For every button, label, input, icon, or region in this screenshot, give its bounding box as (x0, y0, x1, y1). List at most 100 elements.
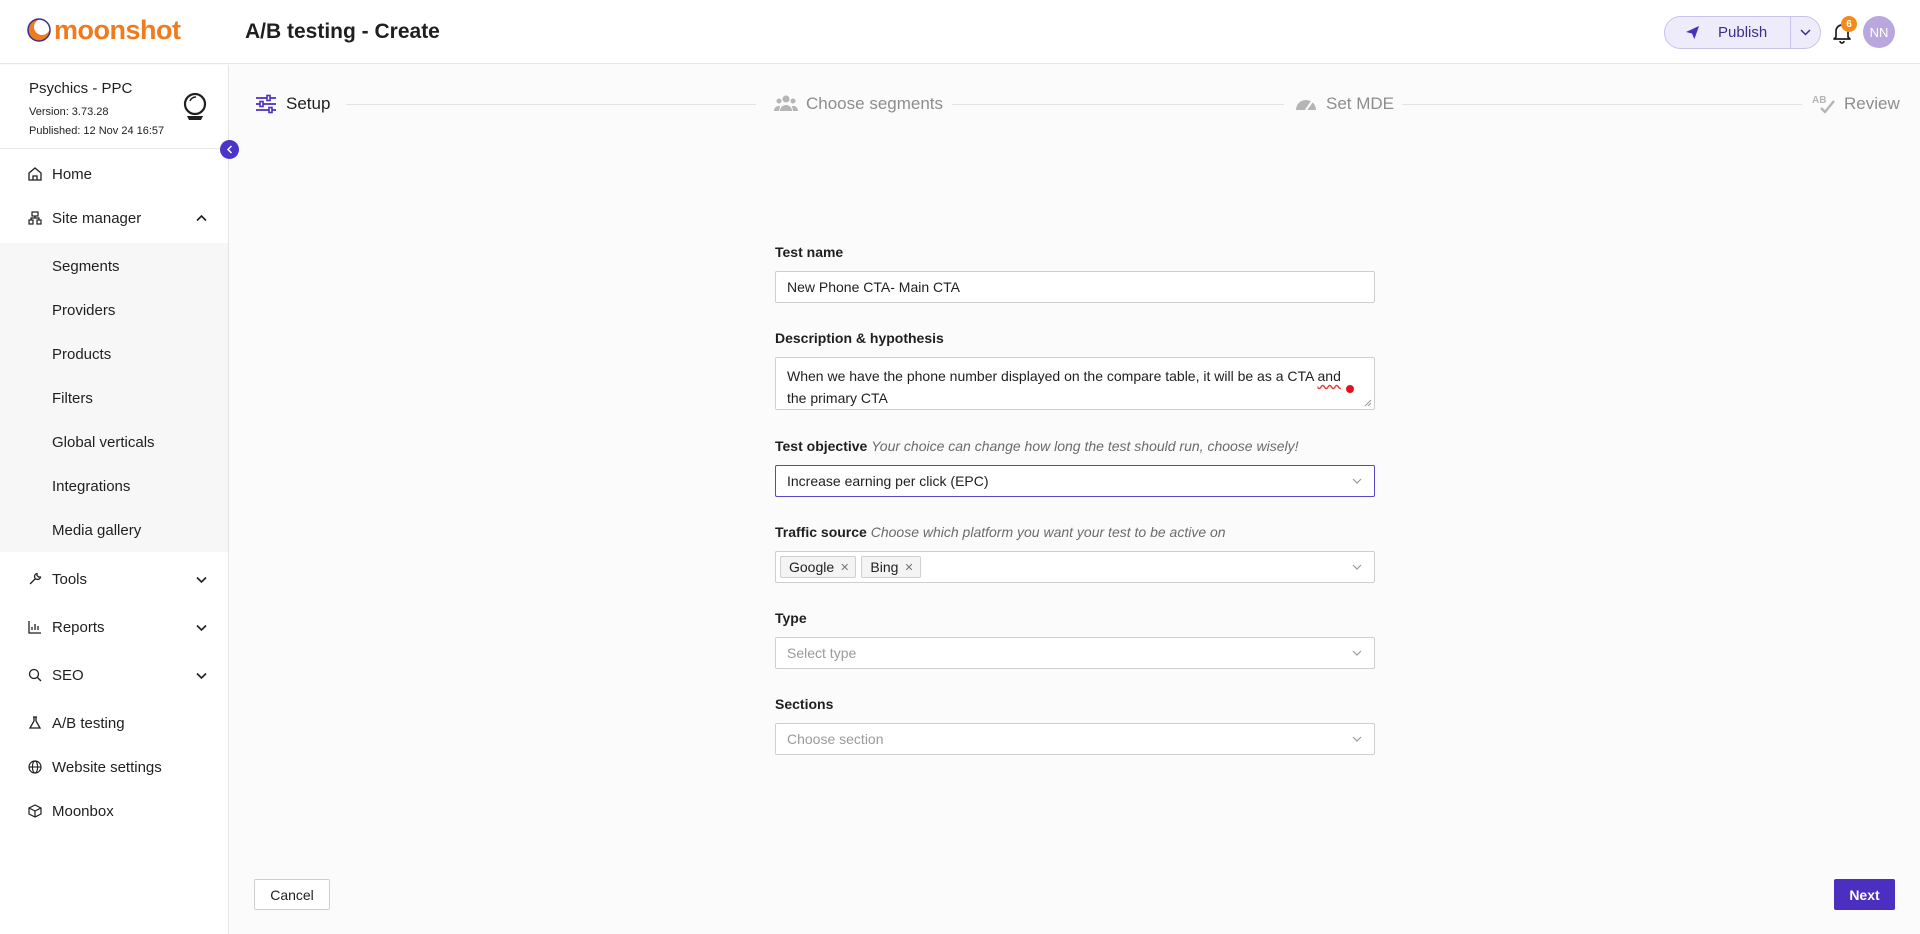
logo-text: moonshot (54, 15, 181, 45)
sidebar-subitem-integrations[interactable]: Integrations (52, 478, 130, 495)
recording-indicator (1346, 385, 1354, 393)
collapse-sidebar-button[interactable] (220, 140, 239, 159)
step-setup[interactable]: Setup (254, 92, 330, 116)
objective-label-text: Test objective (775, 438, 868, 454)
step-choose-segments[interactable]: Choose segments (774, 92, 943, 116)
remove-tag-icon[interactable]: ✕ (904, 561, 913, 574)
traffic-source-label-text: Traffic source (775, 524, 867, 540)
chevron-down-icon (196, 624, 207, 632)
traffic-source-label: Traffic source Choose which platform you… (775, 524, 1226, 540)
chevron-down-icon (196, 576, 207, 584)
page-title: A/B testing - Create (245, 20, 440, 43)
sidebar-subitem-products[interactable]: Products (52, 346, 111, 363)
publish-button[interactable]: Publish (1665, 17, 1790, 48)
sidebar-item-home[interactable]: Home (0, 154, 228, 194)
sidebar-item-website-settings[interactable]: Website settings (0, 747, 228, 787)
sidebar-item-label: Site manager (52, 209, 142, 227)
sliders-icon (256, 94, 276, 114)
site-name: Psychics - PPC (29, 80, 133, 97)
chevron-left-icon (226, 145, 232, 154)
wrench-icon (29, 572, 42, 585)
sidebar-item-label: Website settings (52, 758, 162, 776)
sidebar-item-label: Moonbox (52, 802, 114, 820)
type-label: Type (775, 610, 807, 626)
next-button[interactable]: Next (1834, 879, 1895, 910)
sidebar-item-tools[interactable]: Tools (0, 559, 228, 599)
step-label: Set MDE (1326, 94, 1395, 113)
objective-hint: Your choice can change how long the test… (871, 438, 1299, 454)
tag-bing: Bing ✕ (861, 556, 921, 578)
site-info: Psychics - PPC Version: 3.73.28 Publishe… (0, 65, 228, 149)
publish-button-group: Publish (1664, 16, 1821, 49)
sidebar-subitem-providers[interactable]: Providers (52, 302, 115, 319)
description-label: Description & hypothesis (775, 330, 944, 346)
step-set-mde[interactable]: Set MDE (1294, 92, 1394, 116)
chevron-down-icon (1800, 29, 1811, 36)
publish-dropdown-button[interactable] (1790, 17, 1820, 48)
sidebar-item-reports[interactable]: Reports (0, 607, 228, 647)
sidebar-item-ab-testing[interactable]: A/B testing (0, 703, 228, 743)
tag-google: Google ✕ (780, 556, 857, 578)
sidebar-subitem-global-verticals[interactable]: Global verticals (52, 434, 155, 451)
step-label: Review (1844, 94, 1900, 113)
main-content (229, 65, 1920, 934)
type-select[interactable]: Select type (775, 637, 1375, 669)
gauge-icon (1296, 99, 1316, 111)
chevron-down-icon (196, 672, 207, 680)
description-text-line2: the primary CTA (787, 390, 888, 406)
objective-select[interactable]: Increase earning per click (EPC) (775, 465, 1375, 497)
tag-label: Google (789, 559, 835, 575)
flask-icon (28, 716, 42, 729)
sidebar: Psychics - PPC Version: 3.73.28 Publishe… (0, 65, 229, 934)
avatar[interactable]: NN (1863, 16, 1895, 48)
tag-label: Bing (870, 559, 899, 575)
test-name-input[interactable]: New Phone CTA- Main CTA (775, 271, 1375, 303)
traffic-source-multiselect[interactable]: Google ✕ Bing ✕ (775, 551, 1375, 583)
publish-label: Publish (1718, 24, 1768, 41)
step-label: Choose segments (806, 94, 944, 113)
traffic-source-hint: Choose which platform you want your test… (870, 524, 1226, 540)
moon-logo-icon (27, 18, 51, 42)
sections-select[interactable]: Choose section (775, 723, 1375, 755)
description-textarea[interactable]: When we have the phone number displayed … (775, 357, 1375, 410)
cube-icon (28, 804, 42, 818)
step-label: Setup (286, 94, 331, 113)
sidebar-subitem-media-gallery[interactable]: Media gallery (52, 522, 141, 539)
users-icon (774, 95, 798, 111)
sidebar-item-moonbox[interactable]: Moonbox (0, 791, 228, 831)
test-name-value: New Phone CTA- Main CTA (787, 279, 960, 295)
sidebar-item-label: Reports (52, 618, 105, 636)
sitemap-icon (28, 211, 42, 225)
chevron-down-icon (1352, 564, 1362, 570)
chevron-down-icon (1352, 478, 1362, 484)
sidebar-subitem-filters[interactable]: Filters (52, 390, 93, 407)
sidebar-item-site-manager[interactable]: Site manager (0, 198, 228, 238)
svg-text:AB: AB (1812, 95, 1826, 106)
sidebar-item-label: Home (52, 165, 93, 183)
globe-icon (28, 760, 42, 774)
resize-handle-icon[interactable] (1364, 399, 1372, 407)
search-chart-icon (28, 668, 42, 682)
site-version: Version: 3.73.28 (29, 106, 109, 118)
chevron-down-icon (1352, 650, 1362, 656)
cancel-button[interactable]: Cancel (254, 879, 330, 910)
sidebar-item-label: SEO (52, 666, 84, 684)
type-placeholder: Select type (787, 645, 857, 661)
send-icon (1685, 25, 1700, 40)
crystal-ball-icon (183, 92, 207, 120)
remove-tag-icon[interactable]: ✕ (840, 561, 849, 574)
ab-check-icon: AB (1812, 95, 1835, 114)
home-icon (28, 167, 42, 181)
description-text: When we have the phone number displayed … (787, 368, 1318, 384)
sidebar-subitem-segments[interactable]: Segments (52, 258, 120, 275)
stepper-connector (1402, 104, 1802, 105)
site-published: Published: 12 Nov 24 16:57 (29, 125, 165, 137)
spellcheck-flagged-word: and (1317, 368, 1341, 384)
objective-value: Increase earning per click (EPC) (787, 473, 989, 489)
stepper-connector (952, 104, 1284, 105)
logo[interactable]: moonshot (26, 15, 181, 45)
sidebar-item-label: A/B testing (52, 714, 125, 732)
step-review[interactable]: AB Review (1812, 92, 1900, 116)
test-name-label: Test name (775, 244, 844, 260)
sidebar-item-seo[interactable]: SEO (0, 655, 228, 695)
